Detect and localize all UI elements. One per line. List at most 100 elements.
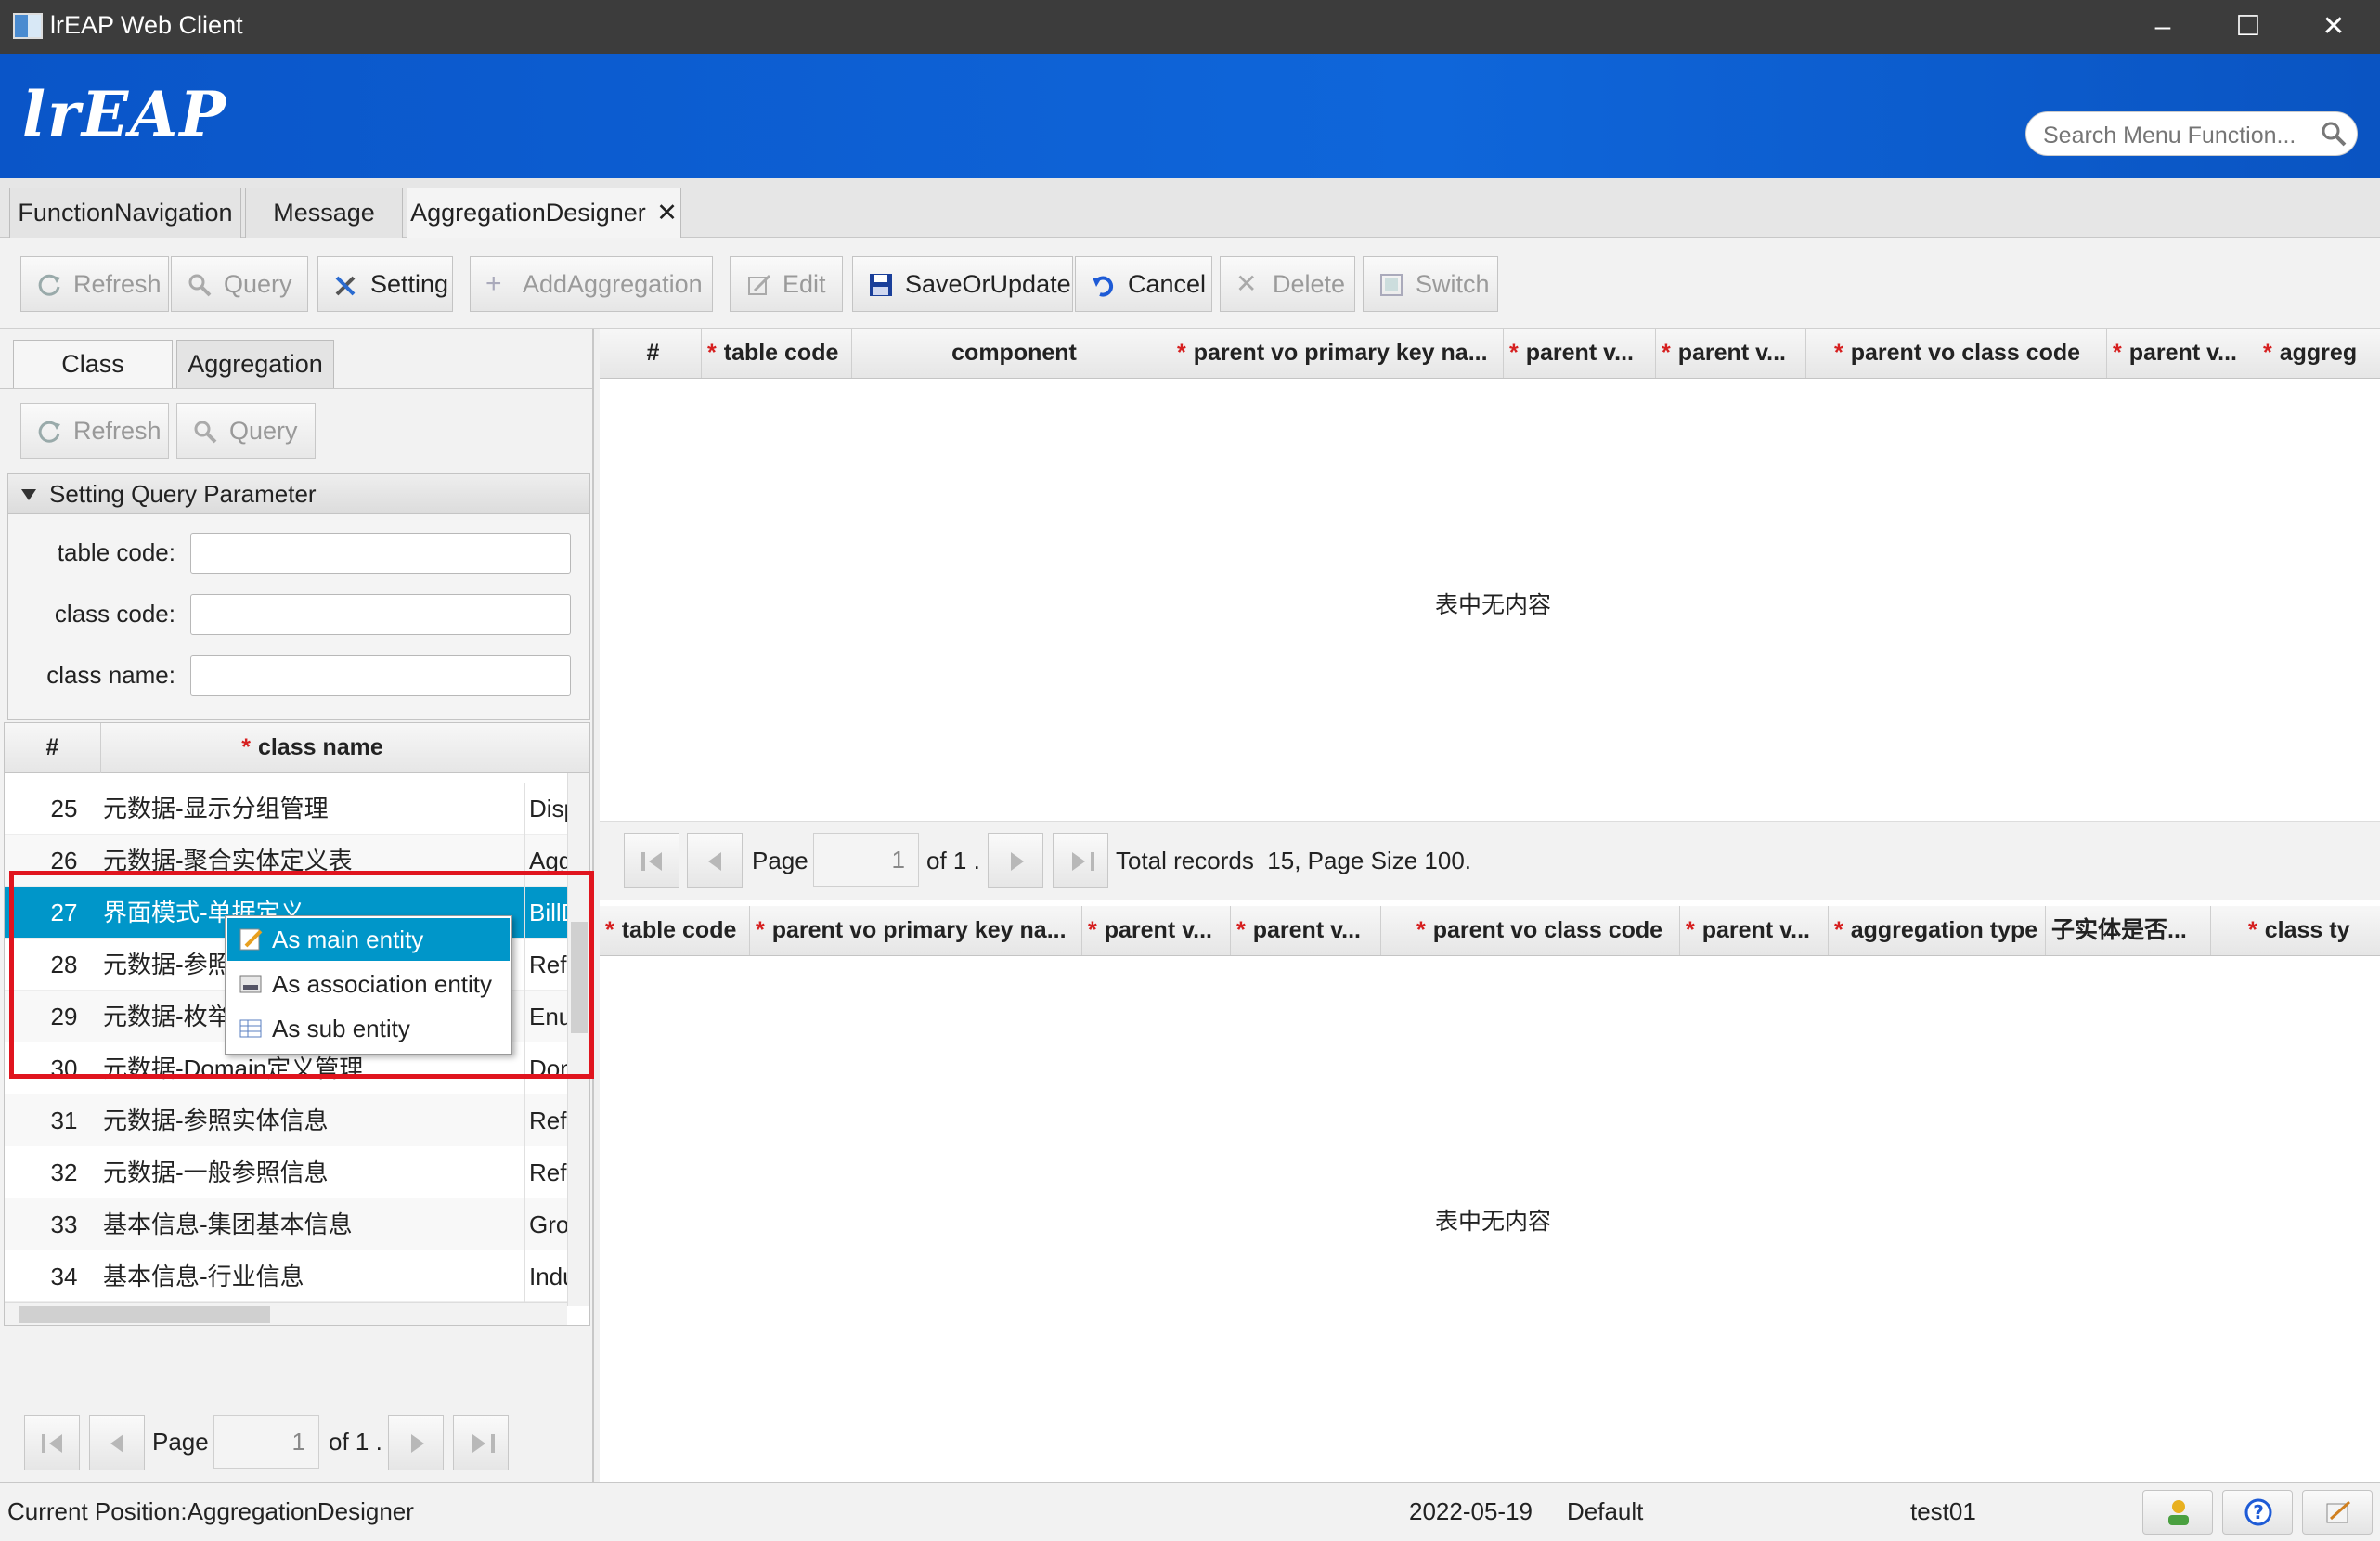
- next-page-button[interactable]: [988, 833, 1043, 888]
- status-mode: Default: [1567, 1497, 1644, 1525]
- save-or-update-button[interactable]: SaveOrUpdate: [852, 256, 1073, 312]
- tab-aggregation-designer[interactable]: AggregationDesigner ✕: [407, 188, 681, 238]
- switch-button[interactable]: Switch: [1363, 256, 1498, 312]
- col-num[interactable]: #: [600, 329, 702, 378]
- refresh-button[interactable]: Refresh: [20, 256, 169, 312]
- col-class-name[interactable]: * class name: [101, 723, 524, 773]
- col-parent-v-3[interactable]: * parent v...: [2107, 329, 2257, 378]
- search-icon[interactable]: [2320, 120, 2348, 148]
- help-button[interactable]: ?: [2222, 1490, 2293, 1535]
- tools-icon: [335, 276, 356, 296]
- first-page-button[interactable]: [24, 1415, 80, 1470]
- col-parent-vo-primary-key[interactable]: * parent vo primary key na...: [750, 906, 1082, 955]
- first-page-arrow: [649, 852, 662, 871]
- col-parent-v-2[interactable]: * parent v...: [1231, 906, 1381, 955]
- menu-item-as-sub-entity[interactable]: As sub entity: [227, 1007, 510, 1050]
- refresh-icon: [38, 274, 60, 296]
- class-name-input[interactable]: [190, 655, 571, 696]
- col-parent-v-1[interactable]: * parent v...: [1504, 329, 1656, 378]
- required-asterisk: *: [2113, 340, 2122, 366]
- table-code-input[interactable]: [190, 533, 571, 574]
- edit-button[interactable]: Edit: [730, 256, 843, 312]
- tab-divider: [0, 388, 592, 389]
- col-parent-vo-primary-key[interactable]: * parent vo primary key na...: [1171, 329, 1504, 378]
- menu-item-as-main-entity[interactable]: As main entity: [227, 918, 510, 961]
- first-page-button[interactable]: [624, 833, 679, 888]
- table-row[interactable]: 32元数据-一般参照信息Refe: [5, 1146, 567, 1198]
- tab-function-navigation[interactable]: FunctionNavigation: [9, 188, 241, 238]
- col-parent-v-3[interactable]: * parent v...: [1680, 906, 1829, 955]
- col-table-code[interactable]: * table code: [600, 906, 750, 955]
- col-aggregation-type[interactable]: * aggregation type: [1829, 906, 2046, 955]
- required-asterisk: *: [2263, 340, 2272, 366]
- required-asterisk: *: [605, 917, 614, 943]
- app-logo: lrEAP: [22, 78, 227, 150]
- col-parent-v-1[interactable]: * parent v...: [1082, 906, 1231, 955]
- col-parent-vo-class-code[interactable]: * parent vo class code: [1806, 329, 2107, 378]
- scrollbar-thumb[interactable]: [19, 1306, 270, 1323]
- tab-message[interactable]: Message: [245, 188, 403, 238]
- required-asterisk: *: [241, 734, 251, 760]
- menu-item-as-association-entity[interactable]: As association entity: [227, 963, 510, 1005]
- class-code-input[interactable]: [190, 594, 571, 635]
- class-refresh-button[interactable]: Refresh: [20, 403, 169, 459]
- class-table-horizontal-scrollbar[interactable]: [5, 1302, 567, 1325]
- table-row[interactable]: 34基本信息-行业信息Indu: [5, 1250, 567, 1302]
- empty-table-message: 表中无内容: [1435, 592, 1552, 618]
- col-class-type[interactable]: * class ty: [2211, 906, 2380, 955]
- query-parameter-header[interactable]: Setting Query Parameter: [7, 473, 590, 514]
- required-asterisk: *: [1834, 340, 1843, 366]
- window-title-bar: lrEAP Web Client – ☐ ✕: [0, 0, 2380, 54]
- last-page-icon: [491, 1434, 495, 1453]
- table-row[interactable]: 25元数据-显示分组管理Disp: [5, 783, 567, 835]
- cancel-button[interactable]: Cancel: [1075, 256, 1212, 312]
- last-page-arrow: [1072, 852, 1085, 871]
- help-icon: ?: [2244, 1498, 2272, 1526]
- tab-aggregation[interactable]: Aggregation: [176, 340, 334, 388]
- col-parent-v-2[interactable]: * parent v...: [1656, 329, 1806, 378]
- next-page-icon: [411, 1434, 424, 1453]
- col-aggregation[interactable]: * aggreg: [2257, 329, 2380, 378]
- user-profile-button[interactable]: [2142, 1490, 2213, 1535]
- col-table-code[interactable]: * table code: [702, 329, 852, 378]
- setting-button[interactable]: Setting: [317, 256, 453, 312]
- app-icon: [13, 13, 43, 39]
- maximize-icon[interactable]: ☐: [2211, 0, 2285, 54]
- query-button[interactable]: Query: [171, 256, 308, 312]
- page-number-input[interactable]: 1: [813, 833, 919, 887]
- prev-page-icon: [110, 1434, 123, 1453]
- aggregation-detail-panel: # * table code component * parent vo prima…: [600, 329, 2380, 1482]
- table-row[interactable]: 33 基本信息-集团基本信息 Gro: [5, 1198, 567, 1250]
- add-aggregation-button[interactable]: + AddAggregation: [470, 256, 713, 312]
- prev-page-button[interactable]: [89, 1415, 145, 1470]
- refresh-icon: [38, 421, 60, 443]
- delete-x-icon: ✕: [1235, 269, 1258, 298]
- user-icon: [2168, 1500, 2189, 1525]
- col-component[interactable]: component: [852, 329, 1171, 378]
- delete-button[interactable]: ✕ Delete: [1220, 256, 1355, 312]
- collapse-triangle-icon: [21, 489, 36, 500]
- next-page-button[interactable]: [388, 1415, 444, 1470]
- class-query-button[interactable]: Query: [176, 403, 316, 459]
- menu-search-box[interactable]: [2025, 111, 2358, 156]
- close-tab-icon[interactable]: ✕: [656, 199, 678, 227]
- entity-context-menu: As main entity As association entity As …: [225, 915, 512, 1055]
- menu-search-input[interactable]: [2041, 120, 2314, 151]
- last-page-button[interactable]: [1053, 833, 1108, 888]
- minimize-icon[interactable]: –: [2126, 0, 2200, 54]
- required-asterisk: *: [1662, 340, 1671, 366]
- close-window-icon[interactable]: ✕: [2296, 0, 2371, 54]
- table-row[interactable]: 31元数据-参照实体信息Refe: [5, 1094, 567, 1146]
- page-number-input[interactable]: 1: [213, 1415, 319, 1469]
- edit-icon: [748, 274, 771, 295]
- col-sub-entity-flag[interactable]: 子实体是否...: [2046, 906, 2211, 955]
- notes-button[interactable]: [2302, 1490, 2373, 1535]
- tab-class[interactable]: Class: [13, 340, 173, 388]
- prev-page-button[interactable]: [687, 833, 743, 888]
- col-num[interactable]: #: [5, 723, 101, 773]
- last-page-arrow: [472, 1434, 485, 1453]
- toolbar: Refresh Query Setting + AddAggregation E…: [0, 238, 2380, 329]
- required-asterisk: *: [1177, 340, 1186, 366]
- col-parent-vo-class-code[interactable]: * parent vo class code: [1381, 906, 1680, 955]
- last-page-button[interactable]: [453, 1415, 509, 1470]
